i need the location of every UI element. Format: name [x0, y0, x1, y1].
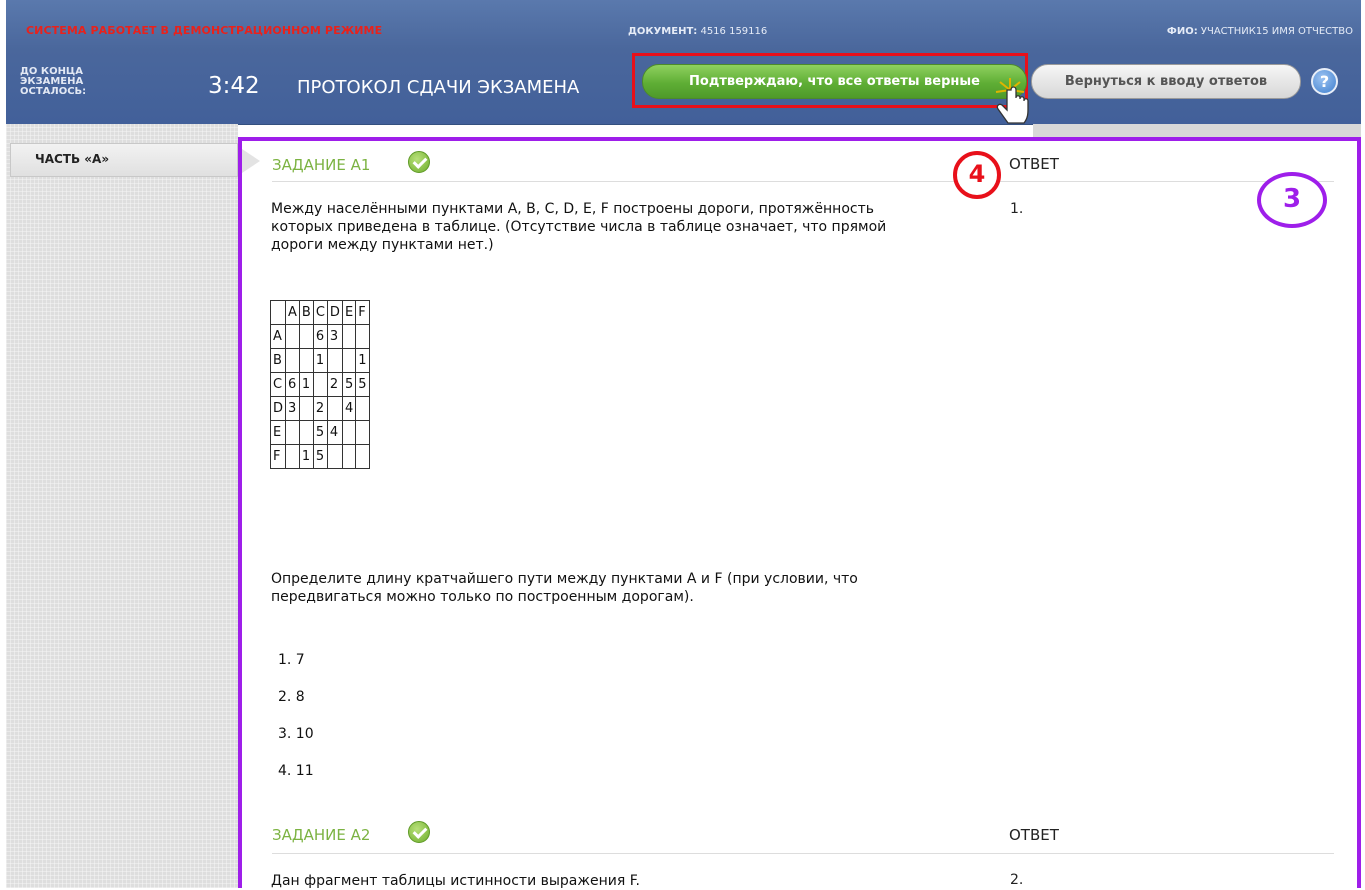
- list-item: 3. 10: [278, 726, 314, 742]
- table-cell: [285, 444, 300, 469]
- table-row: A 6 3: [269, 324, 370, 349]
- table-cell: 5: [312, 444, 328, 469]
- table-cell: 5: [341, 372, 357, 397]
- task-a1-question: Определите длину кратчайшего пути между …: [271, 571, 858, 605]
- table-cell: [298, 324, 314, 349]
- table-row: C 6 1 2 5 5: [269, 372, 370, 397]
- demo-mode-notice: СИСТЕМА РАБОТАЕТ В ДЕМОНСТРАЦИОННОМ РЕЖИ…: [26, 24, 383, 37]
- table-cell: 4: [326, 420, 343, 445]
- table-cell: [298, 396, 314, 421]
- table-cell: 6: [312, 324, 328, 349]
- table-cell: [341, 420, 357, 445]
- table-cell: [298, 420, 314, 445]
- table-cell: 2: [326, 372, 343, 397]
- return-to-answers-button[interactable]: Вернуться к вводу ответов: [1031, 64, 1301, 99]
- table-cell: [285, 324, 300, 349]
- page-title: ПРОТОКОЛ СДАЧИ ЭКЗАМЕНА: [297, 77, 580, 98]
- table-cell: [298, 348, 314, 373]
- task-a1-options: 1. 7 2. 8 3. 10 4. 11: [278, 652, 314, 800]
- sidebar-item-part-a[interactable]: ЧАСТЬ «А»: [10, 143, 238, 177]
- table-cell: 2: [312, 396, 328, 421]
- time-left-label: ДО КОНЦА ЭКЗАМЕНА ОСТАЛОСЬ:: [20, 66, 87, 97]
- table-cell: 6: [285, 372, 300, 397]
- task-a1-answer: 1.: [1010, 201, 1024, 217]
- task-a1-title: ЗАДАНИЕ А1: [272, 156, 371, 174]
- table-cell: B: [269, 348, 287, 373]
- step-3-badge: 3: [1257, 172, 1327, 228]
- step-4-badge: 4: [953, 151, 1001, 199]
- table-cell: [285, 420, 300, 445]
- table-row: E 5 4: [269, 420, 370, 445]
- table-cell: B: [298, 300, 314, 325]
- table-cell: 1: [298, 444, 314, 469]
- divider: [272, 853, 1334, 854]
- check-icon: [408, 821, 430, 843]
- list-item: 4. 11: [278, 763, 314, 779]
- distance-table: A B C D E F A 6 3 B 1 1 C 6 1 2 5 5 D 3 …: [269, 300, 370, 469]
- table-cell: [355, 324, 370, 349]
- content-top-strip: [1033, 124, 1361, 137]
- table-cell: D: [326, 300, 343, 325]
- table-cell: [355, 420, 370, 445]
- list-item: 1. 7: [278, 652, 305, 668]
- table-cell: 1: [312, 348, 328, 373]
- help-icon[interactable]: ?: [1311, 68, 1338, 95]
- table-row: F 1 5: [269, 444, 370, 469]
- list-item: 2. 8: [278, 689, 305, 705]
- table-cell: 5: [355, 372, 370, 397]
- check-icon: [408, 151, 430, 173]
- table-cell: [341, 324, 357, 349]
- table-cell: [341, 444, 357, 469]
- fio-label: ФИО:: [1166, 26, 1198, 37]
- task-a2-title: ЗАДАНИЕ А2: [272, 826, 371, 844]
- task-a2-intro: Дан фрагмент таблицы истинности выражени…: [271, 873, 640, 889]
- divider: [272, 181, 1334, 182]
- document-label: ДОКУМЕНТ:: [628, 26, 698, 37]
- table-cell: D: [269, 396, 287, 421]
- table-cell: 1: [298, 372, 314, 397]
- table-cell: 3: [285, 396, 300, 421]
- task-a2-answer-header: ОТВЕТ: [1009, 826, 1059, 844]
- hand-cursor-icon: [995, 78, 1029, 124]
- table-cell: A: [269, 324, 287, 349]
- table-cell: [326, 396, 343, 421]
- table-cell: F: [355, 300, 370, 325]
- table-cell: 3: [326, 324, 343, 349]
- table-cell: [312, 372, 328, 397]
- task-a2-answer: 2.: [1010, 872, 1024, 888]
- participant-info: ФИО: УЧАСТНИК15 ИМЯ ОТЧЕСТВО: [1167, 26, 1353, 37]
- table-cell: F: [269, 444, 287, 469]
- table-cell: E: [341, 300, 357, 325]
- table-row: D 3 2 4: [269, 396, 370, 421]
- task-marker-arrow: [242, 149, 260, 173]
- table-cell: 4: [341, 396, 357, 421]
- document-value: 4516 159116: [700, 26, 768, 37]
- table-cell: [326, 348, 343, 373]
- table-cell: C: [312, 300, 328, 325]
- sidebar: [6, 124, 238, 888]
- table-cell: [355, 396, 370, 421]
- table-cell: 5: [312, 420, 328, 445]
- table-cell: [269, 300, 287, 325]
- table-cell: C: [269, 372, 287, 397]
- table-cell: A: [285, 300, 300, 325]
- task-a1-answer-header: ОТВЕТ: [1009, 155, 1059, 173]
- fio-value: УЧАСТНИК15 ИМЯ ОТЧЕСТВО: [1200, 26, 1353, 37]
- table-row: B 1 1: [269, 348, 370, 373]
- table-cell: [355, 444, 370, 469]
- table-cell: E: [269, 420, 287, 445]
- document-info: ДОКУМЕНТ: 4516 159116: [628, 26, 767, 37]
- table-cell: [326, 444, 343, 469]
- task-a1-intro: Между населёнными пунктами A, B, C, D, E…: [271, 201, 887, 253]
- table-cell: [285, 348, 300, 373]
- exam-timer: 3:42: [208, 73, 260, 99]
- table-cell: 1: [355, 348, 370, 373]
- table-cell: [341, 348, 357, 373]
- confirm-answers-button[interactable]: Подтверждаю, что все ответы верные: [642, 64, 1027, 99]
- table-header-row: A B C D E F: [269, 300, 370, 325]
